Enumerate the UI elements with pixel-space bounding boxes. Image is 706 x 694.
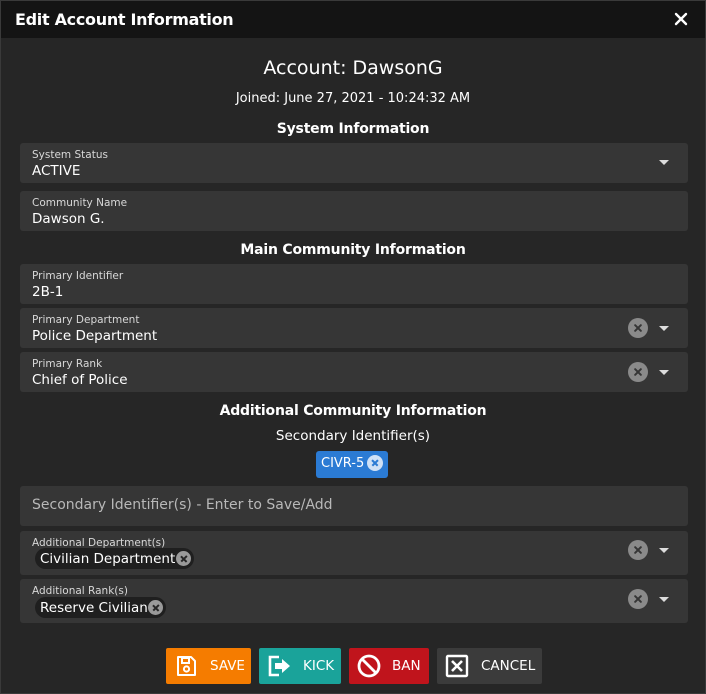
community-name-field[interactable]: Community Name Dawson G. <box>20 191 688 231</box>
exit-icon <box>268 655 290 677</box>
save-icon <box>177 656 196 676</box>
secondary-identifier-input[interactable]: Secondary Identifier(s) - Enter to Save/… <box>20 486 688 526</box>
secondary-identifier-placeholder: Secondary Identifier(s) - Enter to Save/… <box>32 497 333 513</box>
additional-departments-select[interactable]: Additional Department(s) Civilian Depart… <box>20 531 688 575</box>
chip-label: Civilian Department <box>40 551 176 567</box>
primary-identifier-label: Primary Identifier <box>32 270 124 282</box>
close-icon[interactable] <box>671 9 691 29</box>
clear-icon[interactable] <box>628 589 648 609</box>
remove-chip-icon[interactable] <box>367 455 383 471</box>
chip-label: CIVR-5 <box>321 456 365 471</box>
system-status-value: ACTIVE <box>32 163 81 179</box>
rank-chip: Reserve Civilian <box>35 597 166 618</box>
primary-identifier-field[interactable]: Primary Identifier 2B-1 <box>20 264 688 304</box>
primary-identifier-value: 2B-1 <box>32 284 64 300</box>
kick-label: KICK <box>303 658 335 674</box>
clear-icon[interactable] <box>628 318 648 338</box>
account-heading: Account: DawsonG <box>263 57 443 79</box>
save-label: SAVE <box>210 658 245 674</box>
section-main-community-information: Main Community Information <box>240 242 466 258</box>
chip-label: Reserve Civilian <box>40 600 148 616</box>
ban-label: BAN <box>392 658 421 674</box>
community-name-value: Dawson G. <box>32 211 105 227</box>
primary-department-select[interactable]: Primary Department Police Department <box>20 308 688 348</box>
community-name-label: Community Name <box>32 197 128 209</box>
primary-department-label: Primary Department <box>32 314 140 326</box>
chevron-down-icon[interactable] <box>659 370 669 375</box>
system-status-select[interactable]: System Status ACTIVE <box>20 143 688 183</box>
chevron-down-icon[interactable] <box>659 326 669 331</box>
save-button[interactable]: SAVE <box>166 648 251 684</box>
cancel-label: CANCEL <box>481 658 536 674</box>
primary-rank-label: Primary Rank <box>32 358 103 370</box>
dialog-title: Edit Account Information <box>15 10 234 29</box>
clear-icon[interactable] <box>628 362 648 382</box>
additional-ranks-label: Additional Rank(s) <box>32 585 128 597</box>
chevron-down-icon[interactable] <box>659 597 669 602</box>
section-system-information: System Information <box>276 121 430 137</box>
chevron-down-icon[interactable] <box>659 548 669 553</box>
remove-chip-icon[interactable] <box>176 551 191 566</box>
section-additional-community-information: Additional Community Information <box>219 403 487 419</box>
cancel-button[interactable]: CANCEL <box>437 648 542 684</box>
system-status-label: System Status <box>32 149 108 161</box>
additional-ranks-select[interactable]: Additional Rank(s) Reserve Civilian <box>20 579 688 623</box>
title-bar: Edit Account Information <box>1 1 705 38</box>
primary-rank-select[interactable]: Primary Rank Chief of Police <box>20 352 688 392</box>
secondary-identifiers-heading: Secondary Identifier(s) <box>275 428 431 444</box>
edit-account-dialog: Edit Account Information Account: Dawson… <box>0 0 706 694</box>
clear-icon[interactable] <box>628 540 648 560</box>
secondary-identifier-chip: CIVR-5 <box>316 451 388 478</box>
chevron-down-icon[interactable] <box>659 160 669 165</box>
department-chip: Civilian Department <box>35 548 194 569</box>
close-box-icon <box>445 654 469 678</box>
ban-button[interactable]: BAN <box>349 648 429 684</box>
primary-rank-value: Chief of Police <box>32 372 128 388</box>
ban-icon <box>357 654 381 678</box>
kick-button[interactable]: KICK <box>259 648 341 684</box>
remove-chip-icon[interactable] <box>148 600 163 615</box>
joined-date: Joined: June 27, 2021 - 10:24:32 AM <box>235 91 471 106</box>
primary-department-value: Police Department <box>32 328 158 344</box>
